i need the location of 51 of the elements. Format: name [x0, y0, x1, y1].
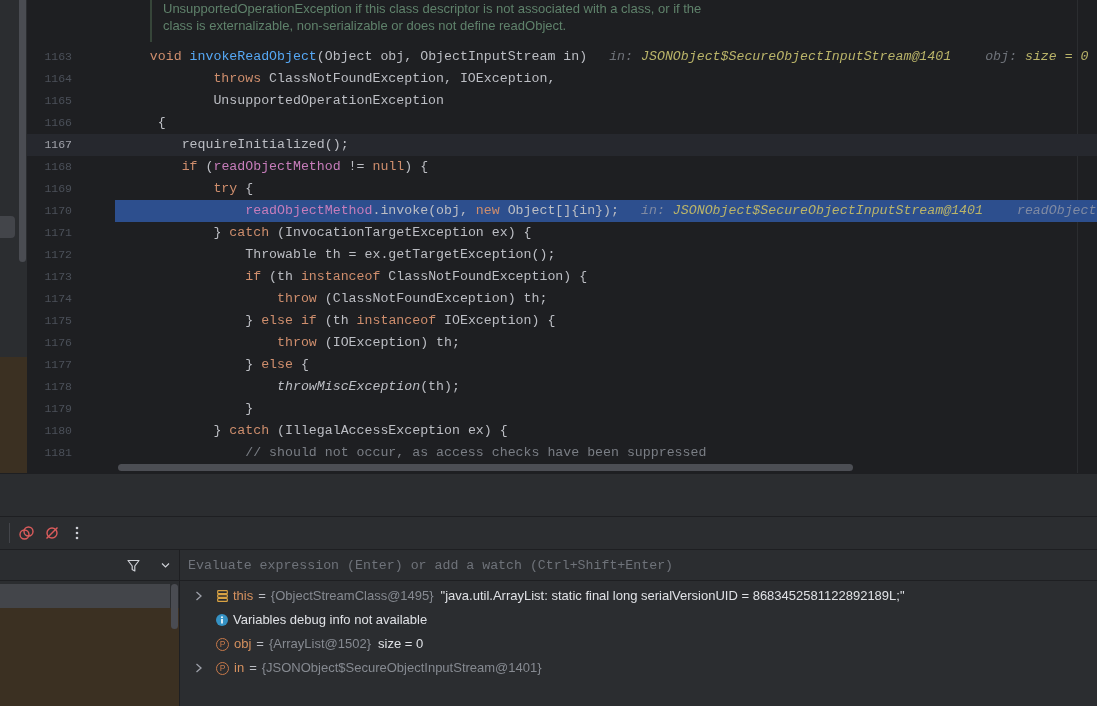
object-reference: {ArrayList@1502}	[268, 635, 372, 654]
horizontal-scrollbar[interactable]	[118, 464, 853, 471]
code-line: readObjectMethod.invoke(obj, new Object[]{in});	[245, 202, 619, 221]
doc-comment-text: UnsupportedOperationException if this class descriptor is not associated with a class, or if the class is externalizable, non-serializable or does not define readObject.	[163, 0, 703, 34]
stacked-bars-icon	[217, 590, 228, 602]
code-line: throws ClassNotFoundException, IOException,	[213, 70, 556, 89]
evaluate-expression-field[interactable]: Evaluate expression (Enter) or add a watch (Ctrl+Shift+Enter)	[180, 550, 1097, 581]
overlapping-circles-icon[interactable]	[19, 526, 34, 540]
info-message: Variables debug info not available	[233, 611, 428, 630]
object-reference: {ObjectStreamClass@1495}	[270, 587, 434, 606]
assignment-operator: =	[256, 635, 264, 654]
assignment-operator: =	[258, 587, 266, 606]
code-line: throw (ClassNotFoundException) th;	[277, 290, 548, 309]
inline-value-hint: in: JSONObject$SecureObjectInputStream@1401	[609, 48, 952, 67]
code-line: } catch (IllegalAccessException ex) {	[213, 422, 508, 441]
object-reference: {JSONObject$SecureObjectInputStream@1401}	[261, 659, 542, 678]
line-number: 1167	[43, 137, 72, 154]
code-line: }	[245, 400, 254, 419]
list-row-highlight	[0, 216, 15, 238]
info-icon	[216, 614, 228, 626]
code-line: } else if (th instanceof IOException) {	[245, 312, 556, 331]
chevron-down-icon[interactable]	[161, 562, 170, 568]
code-line: if (readObjectMethod != null) {	[181, 158, 429, 177]
chevron-right-icon[interactable]	[195, 591, 203, 601]
filter-icon[interactable]	[127, 558, 140, 572]
code-line: try {	[213, 180, 254, 199]
code-line: UnsupportedOperationException	[213, 92, 444, 111]
variable-value: size = 0	[378, 635, 424, 654]
code-line: Throwable th = ex.getTargetException();	[245, 246, 556, 265]
code-line: throw (IOException) th;	[277, 334, 460, 353]
inline-value-hint: readObject	[1016, 202, 1097, 221]
scrollbar-thumb[interactable]	[19, 0, 26, 262]
slashed-circle-icon[interactable]	[45, 526, 59, 540]
variable-value: "java.util.ArrayList: static final long serialVersionUID = 8683452581122892189L;"	[440, 587, 905, 606]
code-line: {	[157, 114, 166, 133]
chevron-right-icon[interactable]	[195, 663, 203, 673]
code-line: requireInitialized();	[181, 136, 349, 155]
code-line: if (th instanceof ClassNotFoundException) {	[245, 268, 588, 287]
code-line: throwMiscException(th);	[277, 378, 460, 397]
inline-value-hint: in: JSONObject$SecureObjectInputStream@1401	[641, 202, 983, 221]
variable-name: this	[233, 587, 254, 606]
scrollbar-thumb[interactable]	[171, 584, 178, 629]
code-line: void invokeReadObject(Object obj, ObjectInputStream in)	[149, 48, 588, 67]
code-line: } catch (InvocationTargetException ex) {	[213, 224, 532, 243]
more-options-icon[interactable]	[75, 526, 79, 540]
variable-name: in	[234, 659, 245, 678]
code-line: } else {	[245, 356, 309, 375]
variable-name: obj	[234, 635, 252, 654]
code-line: // should not occur, as access checks have been suppressed	[245, 444, 707, 463]
assignment-operator: =	[249, 659, 257, 678]
inline-value-hint: obj: size = 0	[985, 48, 1089, 67]
